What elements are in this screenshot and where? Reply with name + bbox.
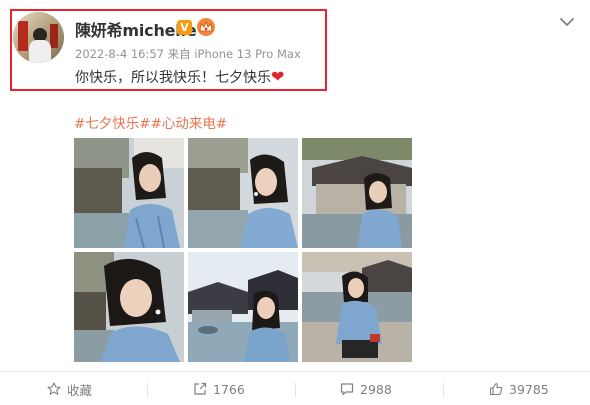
verified-v-icon: V [177,20,192,35]
star-icon [47,382,61,395]
photo-4[interactable] [74,252,184,362]
divider [443,383,444,397]
avatar[interactable] [13,12,64,63]
share-icon [194,382,207,395]
like-count: 39785 [509,381,549,397]
thumbs-up-icon [489,382,503,396]
photo-5[interactable] [188,252,298,362]
comment-button[interactable]: 2988 [340,372,392,405]
weibo-post-card: 陳妍希michelle V 2022-8-4 16:57 来自 iPhone 1… [0,0,590,405]
favorite-button[interactable]: 收藏 [47,372,92,405]
photo-1[interactable] [74,138,184,248]
heart-emoji-icon: ❤ [271,67,285,86]
post-meta: 2022-8-4 16:57 来自 iPhone 13 Pro Max [75,46,301,62]
favorite-label: 收藏 [67,382,93,398]
comment-count: 2988 [360,381,392,397]
action-bar: 收藏 1766 2988 39785 [0,371,590,405]
post-text: 你快乐，所以我快乐！七夕快乐❤ [75,67,284,87]
crown-badge-icon [197,18,215,36]
source-device: iPhone 13 Pro Max [194,47,301,61]
like-button[interactable]: 39785 [489,372,549,405]
hashtag-links[interactable]: #七夕快乐##心动来电# [74,112,227,132]
source-prefix: 来自 [167,47,191,61]
post-body: 你快乐，所以我快乐！七夕快乐 [75,70,271,86]
comment-icon [340,383,354,396]
repost-count: 1766 [213,381,245,397]
photo-3[interactable] [302,138,412,248]
photo-grid [74,138,412,362]
divider [295,383,296,397]
photo-2[interactable] [188,138,298,248]
photo-6[interactable] [302,252,412,362]
repost-button[interactable]: 1766 [193,372,245,405]
chevron-down-icon[interactable] [558,15,576,29]
post-timestamp[interactable]: 2022-8-4 16:57 [75,47,164,61]
divider [147,383,148,397]
